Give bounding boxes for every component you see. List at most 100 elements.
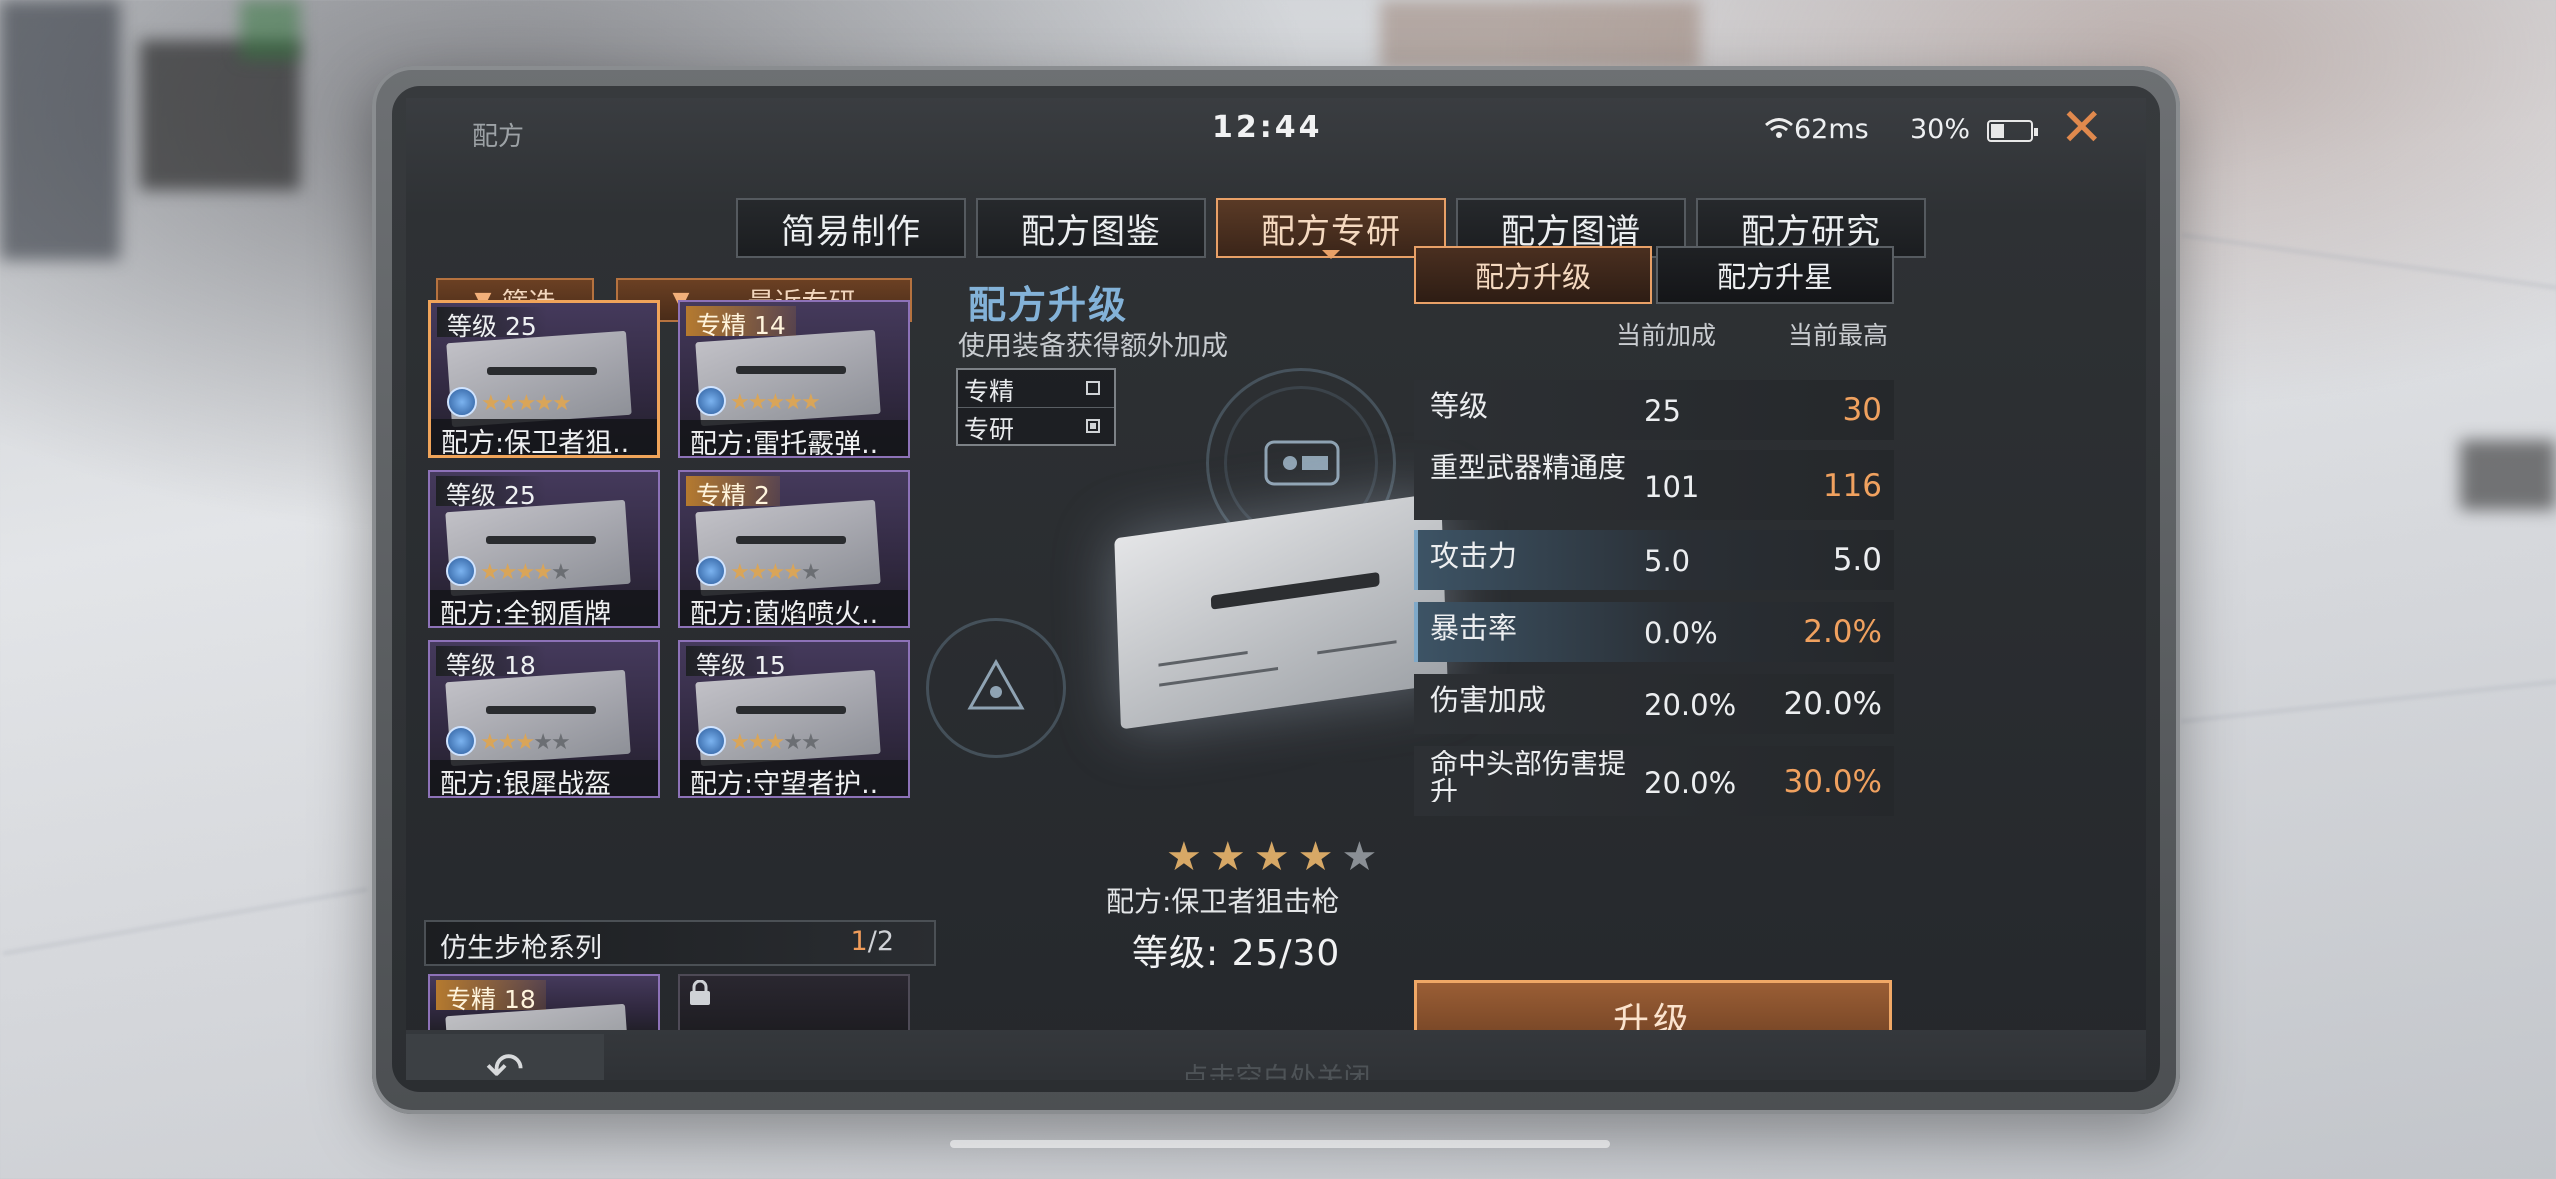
- section-subtitle: 使用装备获得额外加成: [958, 331, 1228, 362]
- card-badge: 专精 14: [686, 306, 796, 340]
- recipe-card[interactable]: 专精 2 ★★★★★ 配方:菌焰喷火..: [678, 470, 910, 628]
- blueprint-line: [1159, 666, 1279, 687]
- stat-max: 30.0%: [1783, 764, 1882, 800]
- star-icon: ★: [480, 730, 500, 755]
- card-stars: ★★★★★: [730, 390, 821, 415]
- bg-shape: [1380, 0, 1700, 70]
- element-orb-icon: [696, 726, 726, 756]
- star-icon: ★: [800, 560, 821, 585]
- top-bar: 配方 12:44 62ms 30% ✕: [406, 98, 2146, 158]
- stat-max: 30: [1842, 392, 1882, 428]
- battery-icon: [1986, 119, 2038, 142]
- card-name: 配方:保卫者狙..: [431, 419, 657, 455]
- star-icon: ★: [783, 730, 803, 755]
- checkbox-research[interactable]: [1086, 419, 1100, 433]
- option-checklist: 专精 专研: [956, 368, 1116, 446]
- home-indicator[interactable]: [950, 1140, 1610, 1148]
- star-icon: ★: [730, 560, 750, 585]
- bg-shape: [2, 887, 368, 956]
- weapon-silhouette: [736, 536, 846, 544]
- bg-shape: [2180, 680, 2556, 723]
- card-name: 配方:菌焰喷火..: [680, 590, 908, 626]
- device-screen: 配方 12:44 62ms 30% ✕ 简易制作 配方图鉴 配方专研 配方图谱 …: [392, 86, 2160, 1092]
- card-name: 配方:雷托霰弹..: [680, 420, 908, 456]
- stat-max: 5.0: [1832, 542, 1882, 578]
- stat-label: 攻击力: [1430, 539, 1518, 573]
- weapon-silhouette: [487, 367, 597, 375]
- stat-max: 116: [1822, 468, 1882, 504]
- card-badge: 等级 18: [436, 646, 546, 680]
- star-icon: ★: [765, 560, 785, 585]
- star-icon: ★: [765, 390, 785, 415]
- star-icon: ★: [783, 390, 803, 415]
- stat-row: 攻击力 5.0 5.0: [1414, 530, 1894, 590]
- star-icon: ★: [551, 391, 572, 416]
- lock-icon: [690, 980, 710, 1005]
- tab-recipe-research[interactable]: 配方专研: [1216, 198, 1446, 259]
- star-rating: ★★★★★: [1166, 834, 1385, 880]
- weapon-silhouette: [1210, 571, 1380, 610]
- stat-row: 暴击率 0.0% 2.0%: [1414, 602, 1894, 662]
- blueprint-line: [1158, 651, 1248, 667]
- section-title: 配方升级: [968, 283, 1129, 327]
- weapon-name: 配方:保卫者狙击枪: [1106, 885, 1340, 918]
- star-icon: ★: [534, 391, 554, 416]
- star-icon: ★: [1209, 834, 1254, 880]
- blueprint-line: [1317, 640, 1397, 655]
- bg-shape: [0, 0, 120, 260]
- wifi-icon: [1765, 118, 1793, 138]
- series-title: 仿生步枪系列: [440, 933, 602, 964]
- tab-recipe-catalog[interactable]: 配方图鉴: [976, 198, 1206, 258]
- stat-row: 重型武器精通度 101 116: [1414, 450, 1894, 520]
- weapon-silhouette: [736, 366, 846, 374]
- star-icon: ★: [783, 560, 803, 585]
- element-orb-icon: [446, 726, 476, 756]
- stat-current: 0.0%: [1644, 616, 1718, 650]
- star-icon: ★: [498, 391, 519, 416]
- stat-label: 暴击率: [1430, 611, 1518, 645]
- gear-badge-icon: [1264, 440, 1340, 486]
- clock: 12:44: [1212, 110, 1323, 145]
- option-mastery[interactable]: 专精: [958, 370, 1114, 407]
- stat-row: 命中头部伤害提升 20.0% 30.0%: [1414, 746, 1894, 816]
- stat-row: 等级 25 30: [1414, 380, 1894, 440]
- recipe-panel: 配方 12:44 62ms 30% ✕ 简易制作 配方图鉴 配方专研 配方图谱 …: [406, 98, 2146, 1080]
- close-icon[interactable]: ✕: [2060, 102, 2104, 154]
- card-stars: ★★★★★: [480, 730, 571, 755]
- window-title: 配方: [472, 122, 525, 152]
- recipe-card[interactable]: 等级 25 ★★★★★ 配方:全钢盾牌: [428, 470, 660, 628]
- star-icon: ★: [533, 730, 553, 755]
- recipe-card-locked[interactable]: [678, 974, 910, 1030]
- element-orb-icon: [696, 386, 726, 416]
- star-icon: ★: [747, 560, 768, 585]
- recipe-card[interactable]: 专精 14 ★★★★★ 配方:雷托霰弹..: [678, 300, 910, 458]
- series-header: 仿生步枪系列 1/2: [424, 920, 936, 966]
- checkbox-mastery[interactable]: [1086, 381, 1100, 395]
- recipe-card[interactable]: 专精 18: [428, 974, 660, 1030]
- recipe-card[interactable]: 等级 25 ★★★★★ 配方:保卫者狙..: [428, 300, 660, 458]
- stat-current: 25: [1644, 394, 1681, 428]
- star-icon: ★: [550, 730, 571, 755]
- stat-label: 重型武器精通度: [1430, 451, 1627, 484]
- recipe-card[interactable]: 等级 18 ★★★★★ 配方:银犀战盔: [428, 640, 660, 798]
- card-badge: 等级 25: [437, 307, 547, 341]
- weapon-silhouette: [736, 706, 846, 714]
- option-research[interactable]: 专研: [958, 407, 1114, 444]
- star-icon: ★: [765, 730, 785, 755]
- star-icon: ★: [730, 390, 750, 415]
- star-icon: ★: [1253, 834, 1298, 880]
- bg-shape: [240, 0, 300, 60]
- star-icon: ★: [800, 730, 821, 755]
- tab-simple-craft[interactable]: 简易制作: [736, 198, 966, 258]
- recipe-card[interactable]: 等级 15 ★★★★★ 配方:守望者护..: [678, 640, 910, 798]
- star-icon: ★: [497, 560, 518, 585]
- option-mastery-label: 专精: [964, 377, 1015, 406]
- bg-shape: [140, 40, 300, 190]
- column-current: 当前加成: [1616, 321, 1717, 350]
- tab-recipe-upgrade[interactable]: 配方升级: [1414, 246, 1652, 304]
- bg-shape: [2181, 233, 2556, 290]
- stat-current: 101: [1644, 470, 1700, 504]
- star-icon: ★: [800, 390, 821, 415]
- tab-recipe-star-up[interactable]: 配方升星: [1656, 246, 1894, 304]
- device-frame: 配方 12:44 62ms 30% ✕ 简易制作 配方图鉴 配方专研 配方图谱 …: [372, 66, 2180, 1114]
